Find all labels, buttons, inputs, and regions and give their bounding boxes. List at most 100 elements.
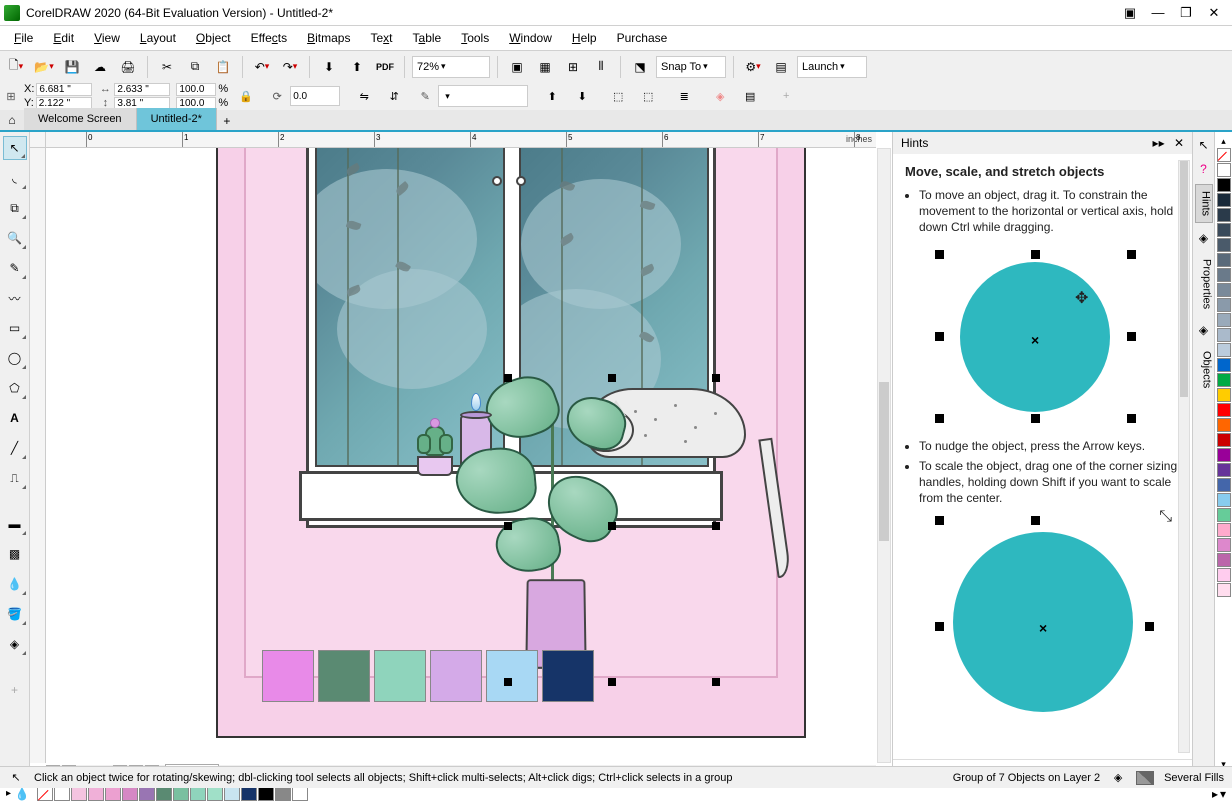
ellipse-tool[interactable]: ◯ — [3, 346, 27, 370]
undo-button[interactable]: ↶▾ — [250, 55, 274, 79]
palette-color[interactable] — [1217, 358, 1231, 372]
rotation-input[interactable] — [290, 86, 340, 106]
menu-effects[interactable]: Effects — [241, 29, 297, 47]
pdf-button[interactable]: PDF — [373, 55, 397, 79]
docpalette-color[interactable] — [207, 787, 223, 801]
menu-text[interactable]: Text — [360, 29, 402, 47]
palette-color[interactable] — [1217, 568, 1231, 582]
pick-tool[interactable]: ↖ — [3, 136, 27, 160]
width-input[interactable] — [114, 83, 170, 96]
palette-color[interactable] — [1217, 253, 1231, 267]
snap-to-combo[interactable]: Snap To▾ — [656, 56, 726, 78]
import-button[interactable]: ⬇ — [317, 55, 341, 79]
fullscreen-button[interactable]: ▣ — [505, 55, 529, 79]
docker-collapse-button[interactable]: ▸▸ — [1153, 136, 1165, 150]
palette-color[interactable] — [1217, 508, 1231, 522]
docpalette-color[interactable] — [224, 787, 240, 801]
cloud-button[interactable]: ☁ — [88, 55, 112, 79]
maximize-button[interactable]: ❐ — [1172, 3, 1200, 23]
palette-color[interactable] — [1217, 523, 1231, 537]
transparency-tool[interactable]: ▩ — [3, 542, 27, 566]
grid-button[interactable]: ⊞ — [561, 55, 585, 79]
docpalette-color[interactable] — [258, 787, 274, 801]
side-tab-properties[interactable]: Properties — [1195, 253, 1213, 315]
docker-scrollbar[interactable] — [1178, 160, 1190, 753]
plus-button[interactable]: + — [774, 84, 798, 108]
print-button[interactable]: 🖨 — [116, 55, 140, 79]
ungroup-all-button[interactable]: ⬚ — [636, 84, 660, 108]
fill-swatch-icon[interactable]: ◈ — [1110, 770, 1126, 786]
new-button[interactable]: 🗋▾ — [4, 55, 28, 79]
notify-icon[interactable]: ▣ — [1116, 3, 1144, 23]
menu-purchase[interactable]: Purchase — [607, 29, 678, 47]
docpalette-right-button[interactable]: ▸ — [1212, 787, 1218, 801]
parallel-dim-tool[interactable]: ╱ — [3, 436, 27, 460]
palette-color[interactable] — [1217, 343, 1231, 357]
docpalette-color[interactable] — [275, 787, 291, 801]
docpalette-color[interactable] — [190, 787, 206, 801]
drop-shadow-tool[interactable]: ▬ — [3, 512, 27, 536]
palette-color[interactable] — [1217, 478, 1231, 492]
palette-color[interactable] — [1217, 178, 1231, 192]
properties-icon[interactable]: ◈ — [1195, 229, 1213, 247]
outline-width-combo[interactable]: ▾ — [438, 85, 528, 107]
new-tab-button[interactable]: + — [217, 112, 237, 130]
menu-window[interactable]: Window — [499, 29, 562, 47]
tab-document[interactable]: Untitled-2* — [137, 108, 217, 130]
pointer-icon[interactable]: ↖ — [1195, 136, 1213, 154]
paste-button[interactable]: 📋 — [211, 55, 235, 79]
palette-color[interactable] — [1217, 313, 1231, 327]
open-button[interactable]: 📂▾ — [32, 55, 56, 79]
menu-table[interactable]: Table — [403, 29, 452, 47]
docker-close-button[interactable]: ✕ — [1174, 136, 1184, 150]
palette-color[interactable] — [1217, 418, 1231, 432]
menu-help[interactable]: Help — [562, 29, 607, 47]
palette-color[interactable] — [1217, 373, 1231, 387]
fill-preview[interactable] — [1136, 771, 1154, 785]
x-input[interactable] — [36, 83, 92, 96]
redo-button[interactable]: ↷▾ — [278, 55, 302, 79]
ungroup-button[interactable]: ⬚ — [606, 84, 630, 108]
palette-color[interactable] — [1217, 403, 1231, 417]
mirror-v-button[interactable]: ⇵ — [382, 84, 406, 108]
menu-tools[interactable]: Tools — [451, 29, 499, 47]
palette-color[interactable] — [1217, 433, 1231, 447]
docpalette-flyout-button[interactable]: ▾ — [1220, 787, 1226, 801]
outline-tool[interactable]: ◈ — [3, 632, 27, 656]
launch-combo[interactable]: Launch▾ — [797, 56, 867, 78]
save-button[interactable]: 💾 — [60, 55, 84, 79]
palette-color[interactable] — [1217, 268, 1231, 282]
guides-button[interactable]: ⫴ — [589, 55, 613, 79]
tab-welcome[interactable]: Welcome Screen — [24, 108, 137, 130]
mirror-h-button[interactable]: ⇋ — [352, 84, 376, 108]
docpalette-color[interactable] — [37, 787, 53, 801]
palette-color[interactable] — [1217, 193, 1231, 207]
palette-color[interactable] — [1217, 328, 1231, 342]
docpalette-color[interactable] — [54, 787, 70, 801]
palette-no-fill[interactable] — [1217, 148, 1231, 162]
back-button[interactable]: ⬇ — [570, 84, 594, 108]
docpalette-color[interactable] — [292, 787, 308, 801]
palette-color[interactable] — [1217, 448, 1231, 462]
export-button[interactable]: ⬆ — [345, 55, 369, 79]
palette-color[interactable] — [1217, 208, 1231, 222]
palette-color[interactable] — [1217, 238, 1231, 252]
polygon-tool[interactable]: ⬠ — [3, 376, 27, 400]
palette-color[interactable] — [1217, 583, 1231, 597]
menu-bitmaps[interactable]: Bitmaps — [297, 29, 360, 47]
side-tab-hints[interactable]: Hints — [1195, 184, 1213, 223]
zoom-tool[interactable]: 🔍 — [3, 226, 27, 250]
freehand-tool[interactable]: ✎ — [3, 256, 27, 280]
zoom-combo[interactable]: 72%▾ — [412, 56, 490, 78]
menu-layout[interactable]: Layout — [130, 29, 186, 47]
palette-up-button[interactable]: ▴ — [1221, 136, 1226, 148]
text-tool[interactable]: A — [3, 406, 27, 430]
minimize-button[interactable]: — — [1144, 3, 1172, 23]
fill-tool[interactable]: 🪣 — [3, 602, 27, 626]
cut-button[interactable]: ✂ — [155, 55, 179, 79]
vertical-scrollbar[interactable] — [877, 148, 891, 763]
menu-view[interactable]: View — [84, 29, 130, 47]
docpalette-color[interactable] — [241, 787, 257, 801]
crop-tool[interactable]: ⧉ — [3, 196, 27, 220]
menu-file[interactable]: File — [4, 29, 43, 47]
